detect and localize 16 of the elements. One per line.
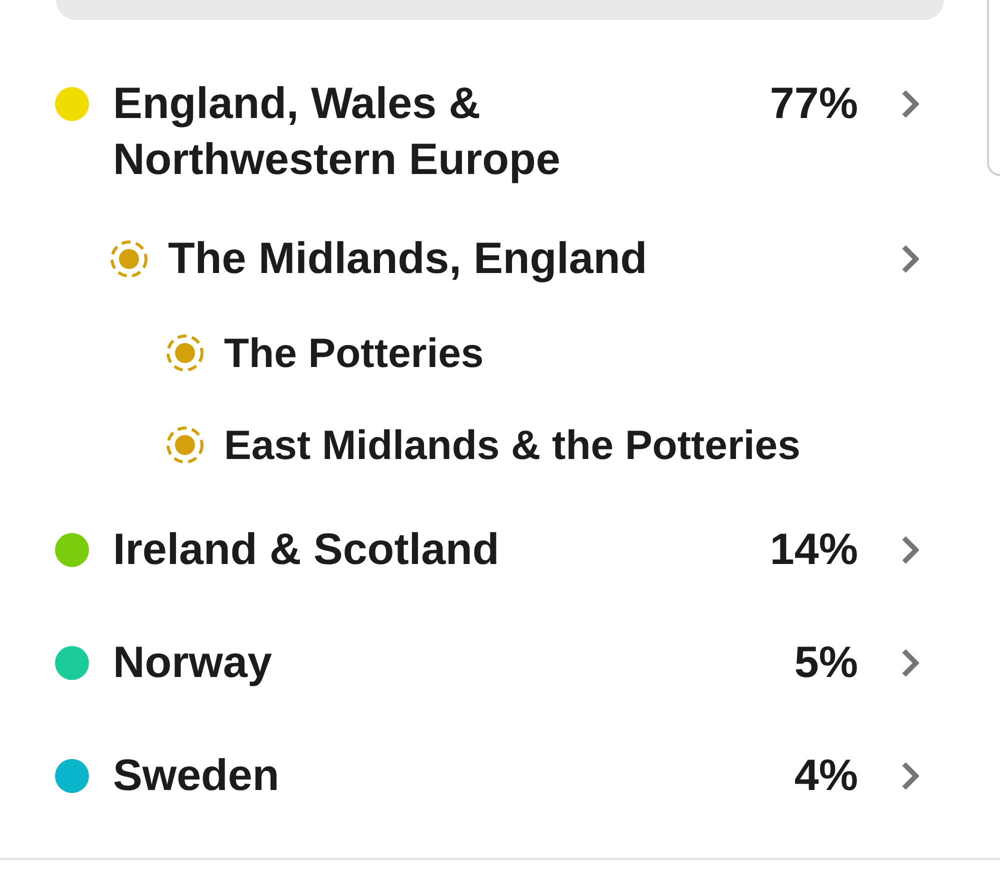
region-name: England, Wales & Northwestern Europe	[113, 78, 562, 186]
region-name: The Potteries	[224, 329, 484, 378]
percentage-value: 4%	[794, 750, 858, 802]
chevron-right-icon[interactable]	[901, 89, 919, 119]
chevron-right-icon[interactable]	[901, 244, 919, 274]
region-name: Sweden	[113, 750, 280, 802]
chevron-right-icon[interactable]	[901, 535, 919, 565]
region-name: Norway	[113, 637, 272, 689]
region-name: The Midlands, England	[168, 233, 648, 285]
chevron-right-icon[interactable]	[901, 761, 919, 791]
chevron-right-icon[interactable]	[901, 648, 919, 678]
percentage-value: 77%	[770, 78, 858, 130]
percentage-value: 5%	[794, 637, 858, 689]
region-name: Ireland & Scotland	[113, 524, 500, 576]
region-name: East Midlands & the Potteries	[224, 421, 800, 470]
percentage-value: 14%	[770, 524, 858, 576]
